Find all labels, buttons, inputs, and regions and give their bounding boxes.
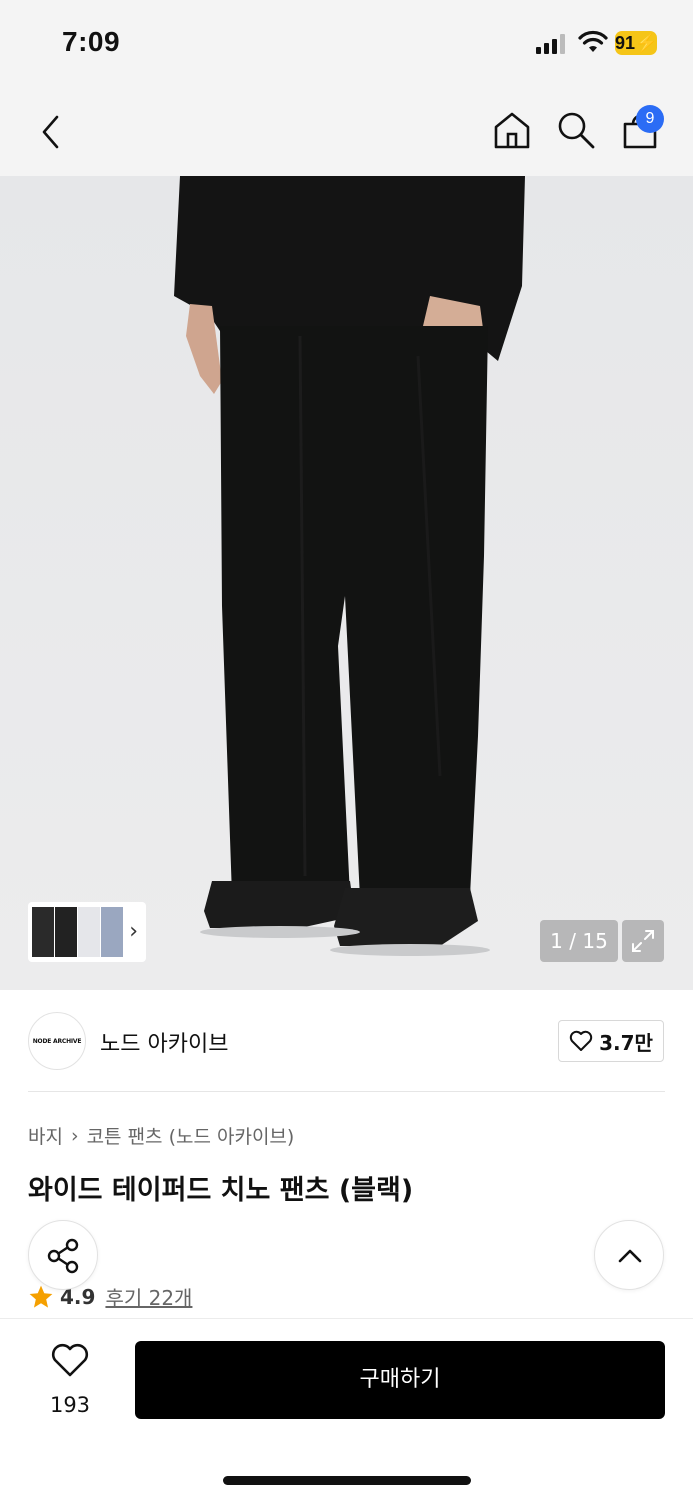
product-title: 와이드 테이퍼드 치노 팬츠 (블랙): [28, 1175, 414, 1206]
thumbnail-black[interactable]: [32, 907, 54, 957]
heart-outline-icon: [51, 1343, 89, 1377]
back-arrow-icon[interactable]: [38, 114, 64, 150]
brand-logo[interactable]: NODE ARCHIVE: [28, 1012, 86, 1070]
share-button[interactable]: [28, 1220, 98, 1290]
product-image[interactable]: › 1 / 15: [0, 176, 693, 990]
top-navigation: [0, 88, 693, 176]
wishlist-button[interactable]: 193: [30, 1343, 110, 1423]
breadcrumb-subcategory[interactable]: 코튼 팬츠 (노드 아카이브): [87, 1122, 295, 1149]
search-icon[interactable]: [556, 110, 596, 150]
share-icon: [47, 1238, 79, 1274]
battery-indicator: 91⚡: [615, 31, 657, 55]
chevron-right-icon: ›: [70, 1124, 79, 1147]
wifi-icon: [578, 30, 608, 52]
divider: [28, 1091, 665, 1092]
wishlist-count: 193: [49, 1393, 91, 1417]
battery-level: 91: [615, 33, 636, 53]
thumbnail-blue[interactable]: [101, 907, 123, 957]
heart-outline-icon: [569, 1030, 593, 1051]
charging-bolt-icon: ⚡: [635, 33, 658, 53]
chevron-up-icon: [618, 1249, 642, 1263]
bottom-action-bar: 193 구매하기: [0, 1318, 693, 1500]
brand-like-count: 3.7만: [599, 1030, 653, 1055]
brand-logo-text: NODE ARCHIVE: [32, 1037, 82, 1045]
chevron-right-icon[interactable]: ›: [129, 919, 138, 944]
status-time: 7:09: [62, 26, 121, 57]
breadcrumb-category[interactable]: 바지: [28, 1122, 63, 1149]
thumbnail-strip[interactable]: ›: [28, 902, 146, 962]
cellular-signal-icon: [536, 34, 565, 54]
brand-name[interactable]: 노드 아카이브: [100, 1026, 228, 1058]
expand-image-button[interactable]: [622, 920, 664, 962]
review-count-link[interactable]: 후기 22개: [105, 1282, 192, 1311]
image-counter: 1 / 15: [540, 920, 618, 962]
home-indicator: [223, 1476, 471, 1485]
breadcrumb: 바지 › 코튼 팬츠 (노드 아카이브): [28, 1122, 294, 1149]
thumbnail-white[interactable]: [78, 907, 100, 957]
brand-row[interactable]: NODE ARCHIVE 노드 아카이브 3.7만: [0, 990, 693, 1090]
brand-like-button[interactable]: 3.7만: [558, 1020, 664, 1062]
scroll-to-top-button[interactable]: [594, 1220, 664, 1290]
cart-count-badge: 9: [636, 105, 664, 133]
status-bar: 7:09 91⚡: [0, 0, 693, 88]
buy-button[interactable]: 구매하기: [135, 1341, 665, 1419]
expand-icon: [632, 930, 654, 952]
home-icon[interactable]: [492, 110, 532, 150]
product-photo: [0, 176, 693, 990]
thumbnail-dark[interactable]: [55, 907, 77, 957]
